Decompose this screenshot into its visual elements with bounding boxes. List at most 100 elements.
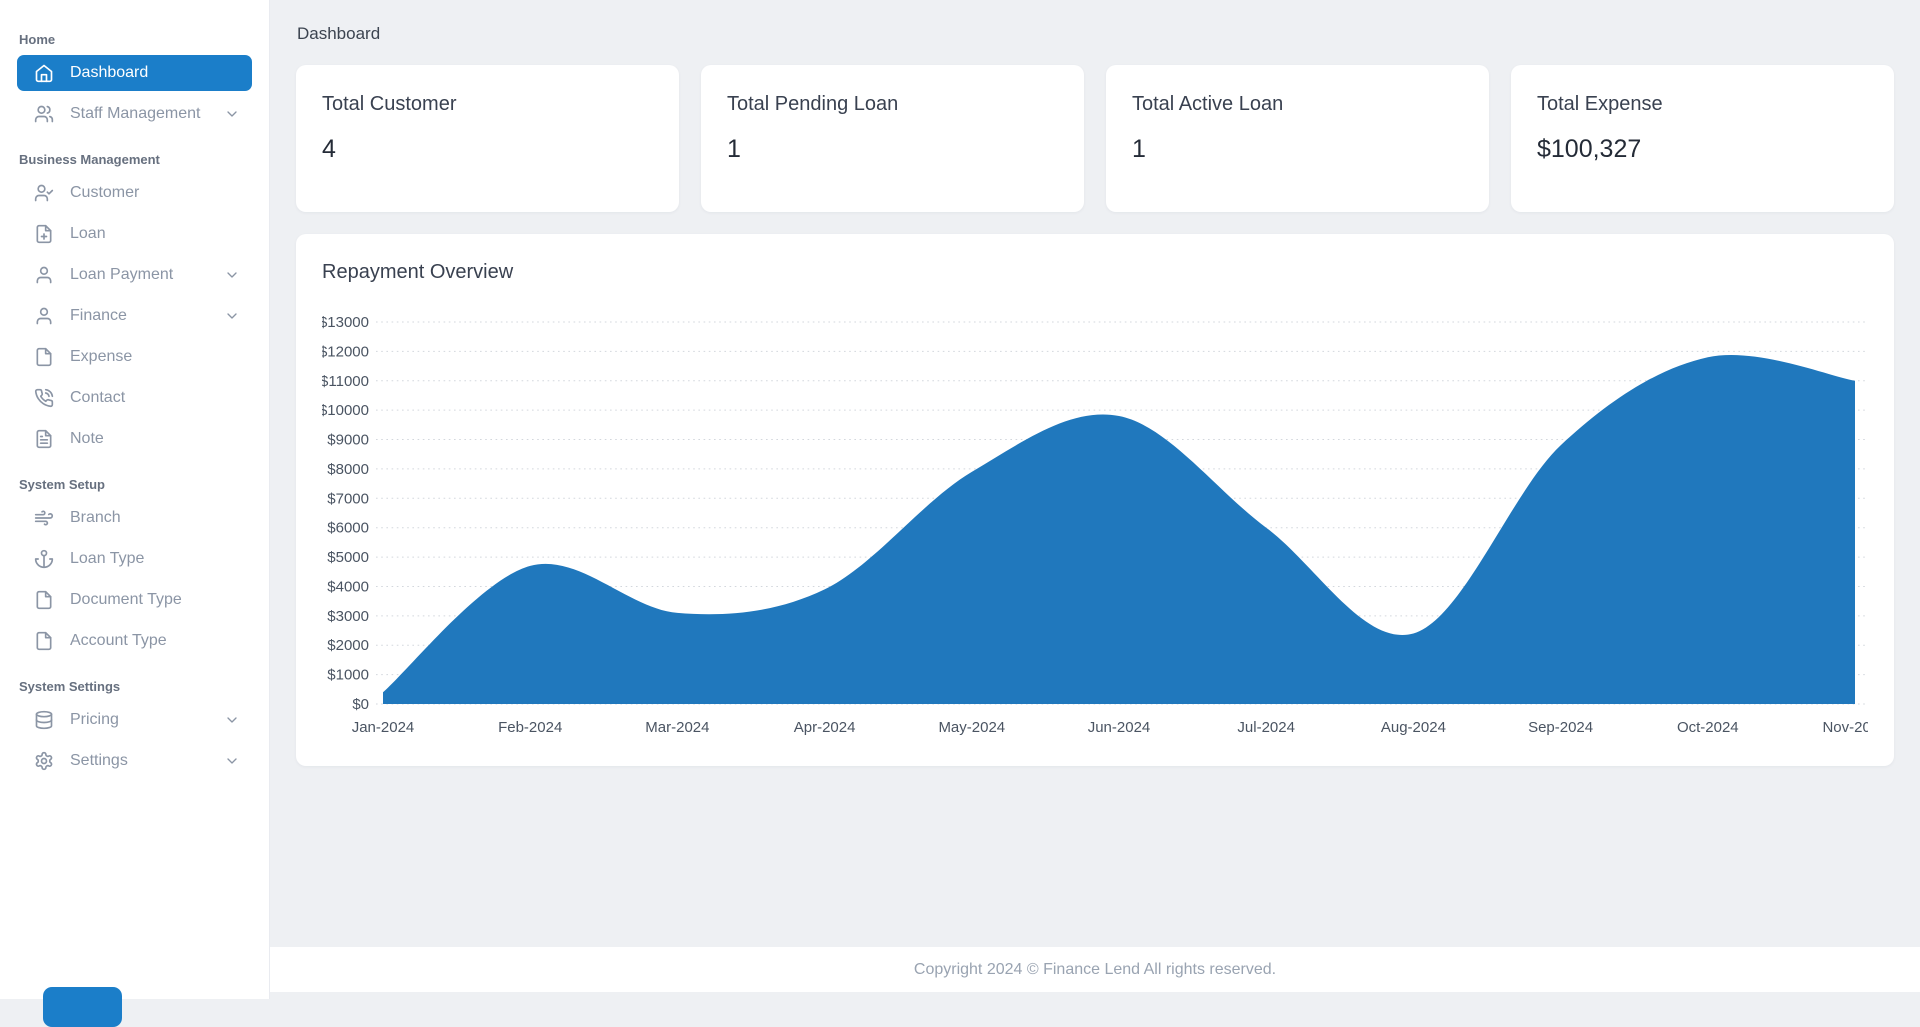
svg-text:Jan-2024: Jan-2024 — [352, 719, 415, 736]
repayment-area-series — [383, 355, 1855, 704]
svg-text:Jun-2024: Jun-2024 — [1088, 719, 1151, 736]
svg-text:$8000: $8000 — [327, 461, 369, 478]
stat-card-total-expense: Total Expense $100,327 — [1511, 65, 1894, 212]
svg-text:$2000: $2000 — [327, 637, 369, 654]
svg-text:$3000: $3000 — [327, 608, 369, 625]
sidebar-item-staff-management[interactable]: Staff Management — [17, 96, 252, 132]
sidebar-item-pricing[interactable]: Pricing — [17, 702, 252, 738]
stat-card-total-active-loan: Total Active Loan 1 — [1106, 65, 1489, 212]
chart-title: Repayment Overview — [322, 261, 1868, 284]
database-icon — [34, 710, 54, 730]
svg-text:$10000: $10000 — [322, 402, 369, 419]
sidebar-item-loan-type[interactable]: Loan Type — [17, 541, 252, 577]
sidebar-item-label: Staff Management — [70, 105, 200, 123]
chevron-down-icon — [224, 753, 240, 769]
wind-icon — [34, 508, 54, 528]
stat-card-title: Total Customer — [322, 93, 653, 116]
file-plus-icon — [34, 224, 54, 244]
sidebar-item-label: Expense — [70, 348, 132, 366]
sidebar-item-label: Pricing — [70, 711, 119, 729]
svg-text:May-2024: May-2024 — [938, 719, 1005, 736]
sidebar-item-label: Note — [70, 430, 104, 448]
svg-text:Mar-2024: Mar-2024 — [645, 719, 709, 736]
sidebar-item-label: Loan Payment — [70, 266, 173, 284]
stat-card-total-pending-loan: Total Pending Loan 1 — [701, 65, 1084, 212]
svg-text:$12000: $12000 — [322, 343, 369, 360]
svg-text:Aug-2024: Aug-2024 — [1381, 719, 1446, 736]
sidebar-item-note[interactable]: Note — [17, 421, 252, 457]
sidebar-item-label: Contact — [70, 389, 125, 407]
sidebar-item-loan-payment[interactable]: Loan Payment — [17, 257, 252, 293]
svg-text:$1000: $1000 — [327, 667, 369, 684]
page-title: Dashboard — [297, 24, 1894, 44]
users-icon — [34, 104, 54, 124]
sidebar-section-business-management: Business Management — [19, 152, 252, 167]
svg-text:Nov-2024: Nov-2024 — [1822, 719, 1868, 736]
sidebar-item-customer[interactable]: Customer — [17, 175, 252, 211]
sidebar-item-contact[interactable]: Contact — [17, 380, 252, 416]
sidebar-section-home: Home — [19, 32, 252, 47]
svg-text:$11000: $11000 — [322, 373, 369, 390]
svg-text:Feb-2024: Feb-2024 — [498, 719, 562, 736]
sidebar-item-label: Loan — [70, 225, 106, 243]
sidebar-item-branch[interactable]: Branch — [17, 500, 252, 536]
sidebar-item-label: Finance — [70, 307, 127, 325]
sidebar-item-label: Branch — [70, 509, 121, 527]
sidebar-item-loan[interactable]: Loan — [17, 216, 252, 252]
x-axis-labels: Jan-2024 Feb-2024 Mar-2024 Apr-2024 May-2024… — [352, 719, 1868, 736]
anchor-icon — [34, 549, 54, 569]
chevron-down-icon — [224, 308, 240, 324]
sidebar-section-system-settings: System Settings — [19, 679, 252, 694]
sidebar-item-label: Settings — [70, 752, 128, 770]
sidebar-item-label: Account Type — [70, 632, 167, 650]
stat-card-title: Total Pending Loan — [727, 93, 1058, 116]
home-icon — [34, 63, 54, 83]
stat-cards-row: Total Customer 4 Total Pending Loan 1 To… — [296, 65, 1894, 212]
sidebar-item-label: Document Type — [70, 591, 182, 609]
chevron-down-icon — [224, 106, 240, 122]
stat-card-total-customer: Total Customer 4 — [296, 65, 679, 212]
chevron-down-icon — [224, 712, 240, 728]
svg-text:Sep-2024: Sep-2024 — [1528, 719, 1593, 736]
svg-text:$4000: $4000 — [327, 578, 369, 595]
sidebar-item-finance[interactable]: Finance — [17, 298, 252, 334]
gear-icon — [34, 751, 54, 771]
sidebar-item-dashboard[interactable]: Dashboard — [17, 55, 252, 91]
repayment-overview-chart: $0 $1000 $2000 $3000 $4000 $5000 $6000 $7000 $80… — [322, 292, 1868, 748]
stat-card-value: 1 — [727, 135, 1058, 164]
footer: Copyright 2024 © Finance Lend All rights… — [270, 947, 1920, 992]
phone-call-icon — [34, 388, 54, 408]
user-icon — [34, 306, 54, 326]
svg-text:$5000: $5000 — [327, 549, 369, 566]
sidebar-item-document-type[interactable]: Document Type — [17, 582, 252, 618]
sidebar-item-account-type[interactable]: Account Type — [17, 623, 252, 659]
file-icon — [34, 590, 54, 610]
file-text-icon — [34, 429, 54, 449]
svg-text:$6000: $6000 — [327, 520, 369, 537]
sidebar: Home Dashboard Staff Management Business… — [0, 0, 270, 999]
svg-text:Apr-2024: Apr-2024 — [794, 719, 856, 736]
sidebar-item-label: Dashboard — [70, 64, 148, 82]
chevron-down-icon — [224, 267, 240, 283]
y-axis-labels: $0 $1000 $2000 $3000 $4000 $5000 $6000 $7000 $80… — [322, 314, 369, 713]
repayment-overview-card: Repayment Overview $0 $1000 $2000 $3000 $400… — [296, 234, 1894, 766]
stat-card-title: Total Expense — [1537, 93, 1868, 116]
sidebar-item-label: Customer — [70, 184, 139, 202]
stat-card-value: 1 — [1132, 135, 1463, 164]
sidebar-item-label: Loan Type — [70, 550, 144, 568]
svg-text:Jul-2024: Jul-2024 — [1237, 719, 1295, 736]
sidebar-item-expense[interactable]: Expense — [17, 339, 252, 375]
footer-copyright-text: Copyright 2024 © Finance Lend All rights… — [914, 961, 1276, 979]
sidebar-section-system-setup: System Setup — [19, 477, 252, 492]
svg-text:$7000: $7000 — [327, 490, 369, 507]
file-icon — [34, 631, 54, 651]
main-content: Dashboard Total Customer 4 Total Pending… — [270, 0, 1920, 999]
svg-text:Oct-2024: Oct-2024 — [1677, 719, 1739, 736]
sidebar-bottom-button[interactable] — [43, 987, 122, 1027]
user-icon — [34, 265, 54, 285]
svg-text:$0: $0 — [352, 696, 369, 713]
sidebar-item-settings[interactable]: Settings — [17, 743, 252, 779]
svg-text:$13000: $13000 — [322, 314, 369, 331]
stat-card-value: $100,327 — [1537, 135, 1868, 164]
user-check-icon — [34, 183, 54, 203]
